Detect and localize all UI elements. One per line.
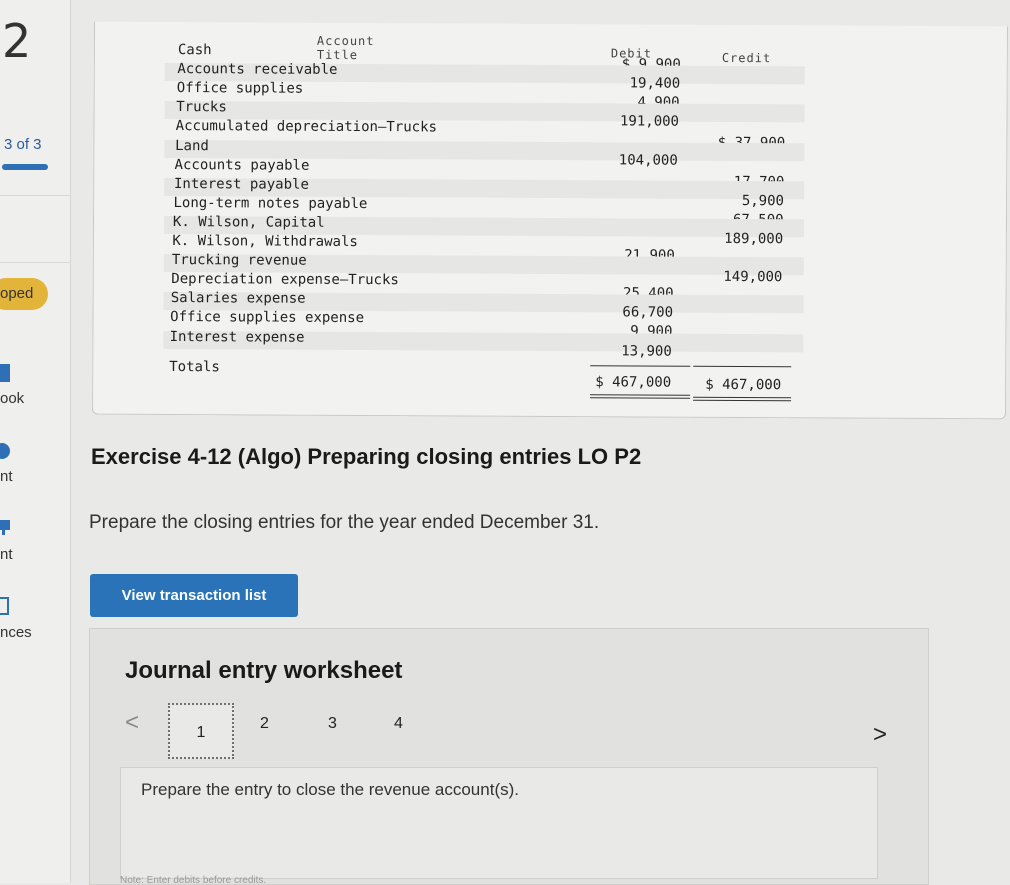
exercise-instructions: Prepare the closing entries for the year… bbox=[89, 512, 599, 534]
credit-amount: 149,000 bbox=[692, 269, 782, 285]
divider bbox=[0, 262, 70, 263]
account-title: Office supplies expense bbox=[170, 309, 364, 326]
page-4-button[interactable]: 4 bbox=[394, 715, 403, 733]
trial-balance-panel: Account Title Debit Credit Cash$ 9,900Ac… bbox=[92, 22, 1008, 420]
account-title: Office supplies bbox=[177, 80, 304, 97]
total-double-rule bbox=[590, 397, 690, 399]
account-title: Accounts payable bbox=[175, 157, 310, 174]
exercise-title: Exercise 4-12 (Algo) Preparing closing e… bbox=[91, 444, 641, 470]
entry-prompt: Prepare the entry to close the revenue a… bbox=[141, 780, 519, 800]
entry-prompt-box: Prepare the entry to close the revenue a… bbox=[120, 767, 878, 879]
sidebar-item-label: nt bbox=[0, 468, 13, 485]
account-title: Depreciation expense—Trucks bbox=[171, 271, 399, 288]
account-title: Salaries expense bbox=[171, 290, 306, 307]
account-title: Accounts receivable bbox=[177, 61, 337, 78]
credit-amount: 5,900 bbox=[694, 192, 784, 208]
worksheet-title: Journal entry worksheet bbox=[125, 657, 402, 685]
total-double-rule bbox=[693, 400, 791, 402]
ask-icon bbox=[0, 516, 16, 538]
total-debit: $ 467,000 bbox=[583, 374, 671, 390]
debit-amount: 13,900 bbox=[586, 343, 672, 359]
sidebar-item-label: nces bbox=[0, 624, 32, 641]
debit-amount: 191,000 bbox=[593, 114, 679, 130]
debit-amount: 19,400 bbox=[594, 75, 680, 91]
sidebar-item-label: nt bbox=[0, 546, 13, 563]
account-title: Cash bbox=[178, 42, 212, 58]
header-account-title: Account Title bbox=[317, 34, 375, 62]
print-icon bbox=[0, 440, 16, 462]
page-3-button[interactable]: 3 bbox=[328, 715, 337, 733]
subtotal-rule bbox=[693, 366, 791, 368]
account-title: Interest expense bbox=[170, 329, 305, 346]
sidebar-item-label: ook bbox=[0, 390, 24, 407]
account-title: Land bbox=[175, 138, 209, 154]
subtotal-rule bbox=[590, 365, 690, 367]
view-transaction-list-button[interactable]: View transaction list bbox=[90, 574, 298, 617]
progress-text: 3 of 3 bbox=[4, 136, 42, 153]
account-title: Interest payable bbox=[174, 176, 309, 193]
account-title: Accumulated depreciation—Trucks bbox=[176, 118, 437, 135]
prev-page-button[interactable]: < bbox=[125, 709, 139, 737]
account-title: Trucking revenue bbox=[172, 252, 307, 269]
account-title: Long-term notes payable bbox=[173, 195, 367, 212]
account-title: K. Wilson, Capital bbox=[173, 214, 325, 231]
debit-amount: 104,000 bbox=[592, 152, 678, 168]
account-title: K. Wilson, Withdrawals bbox=[172, 233, 358, 250]
total-credit: $ 467,000 bbox=[693, 377, 781, 393]
debit-amount: 66,700 bbox=[587, 304, 673, 320]
progress-bar bbox=[2, 164, 48, 170]
credit-amount: 189,000 bbox=[693, 231, 783, 247]
status-pill[interactable]: oped bbox=[0, 278, 48, 310]
next-page-button[interactable]: > bbox=[873, 721, 887, 749]
sidebar: 2 3 of 3 oped ook nt nt nces bbox=[0, 0, 71, 883]
divider bbox=[0, 195, 70, 196]
total-double-rule bbox=[590, 394, 690, 396]
total-double-rule bbox=[693, 397, 791, 399]
book-icon bbox=[0, 362, 16, 384]
header-credit: Credit bbox=[722, 51, 771, 65]
chapter-number: 2 bbox=[2, 14, 31, 68]
totals-label: Totals bbox=[169, 359, 220, 375]
page-2-button[interactable]: 2 bbox=[260, 715, 269, 733]
page-1-button[interactable]: 1 bbox=[168, 703, 234, 759]
references-icon bbox=[0, 596, 16, 618]
account-title: Trucks bbox=[176, 99, 227, 115]
journal-entry-worksheet: Journal entry worksheet < 1 2 3 4 > Prep… bbox=[89, 628, 929, 885]
